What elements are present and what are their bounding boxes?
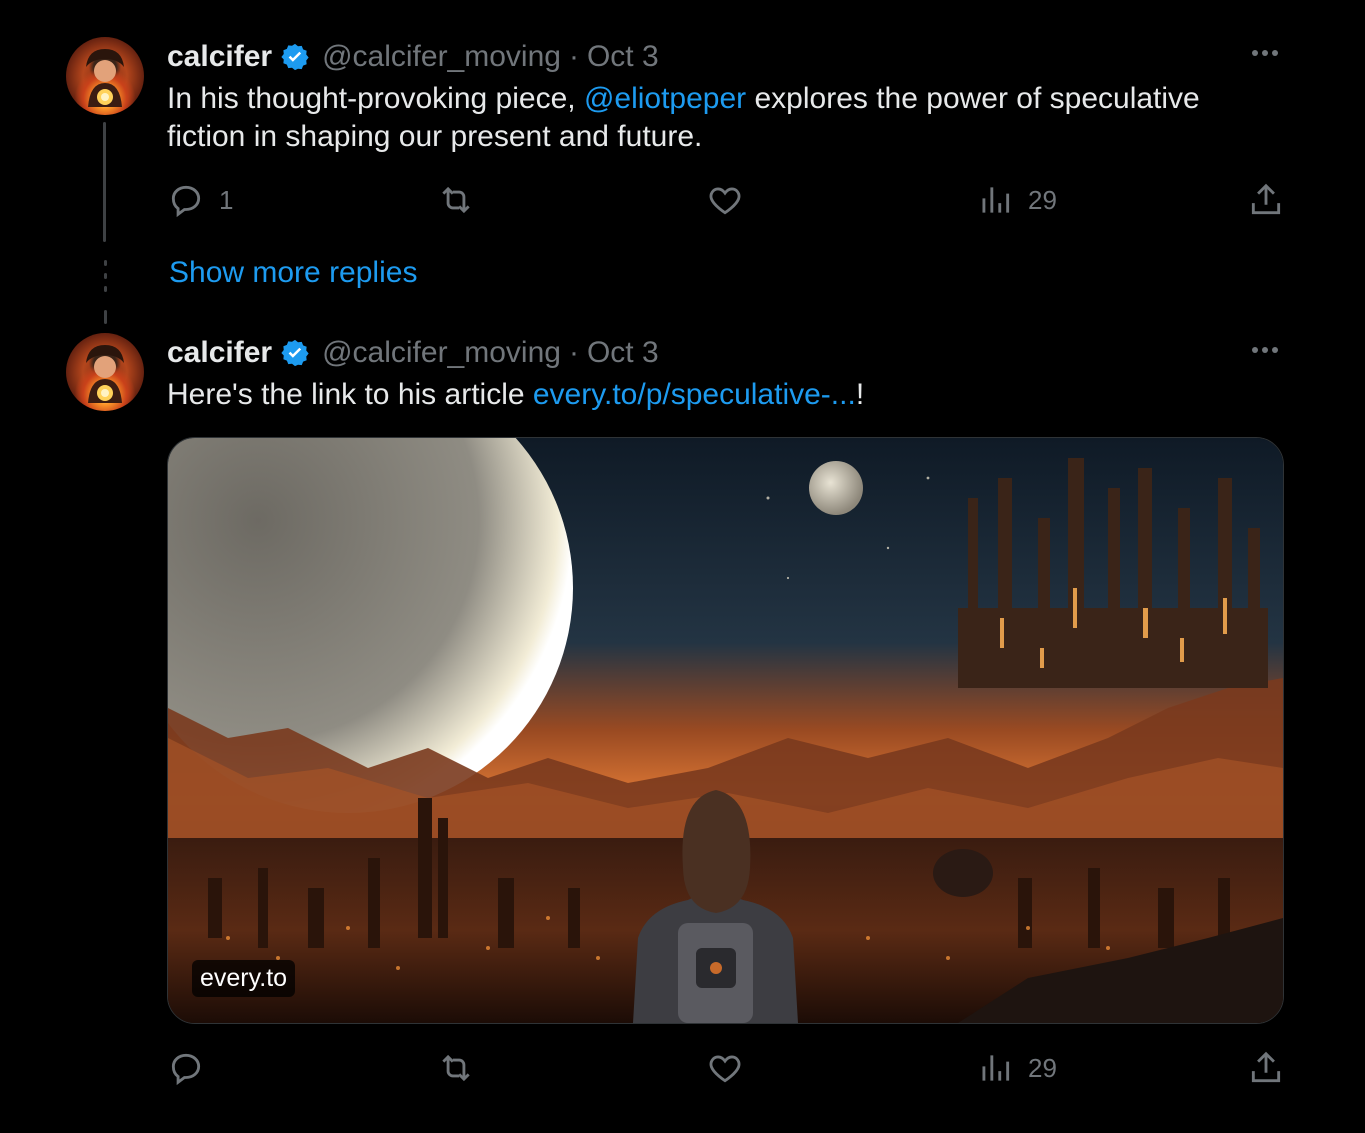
thread-dot: [104, 273, 107, 279]
tweet-text-part: In his thought-provoking piece,: [167, 82, 584, 115]
tweet-text-part: !: [855, 378, 865, 411]
analytics-icon: [982, 1055, 1010, 1081]
card-domain-label: every.to: [192, 960, 296, 997]
more-options-icon[interactable]: [1250, 38, 1280, 76]
card-image: [168, 438, 1283, 1023]
tweet-header: calcifer @calcifer_moving · Oct 3: [167, 333, 659, 373]
avatar-image-icon: [86, 49, 124, 107]
share-icon: [1251, 1051, 1281, 1083]
views-button[interactable]: 29: [976, 181, 1057, 219]
reply-icon: [171, 185, 201, 218]
heart-icon: [709, 187, 741, 215]
verified-badge-icon[interactable]: [280, 338, 310, 368]
tweet-text: In his thought-provoking piece, @eliotpe…: [167, 80, 1277, 156]
like-button[interactable]: [706, 1049, 758, 1087]
share-button[interactable]: [1247, 1049, 1285, 1087]
repost-icon: [442, 186, 470, 214]
timestamp[interactable]: Oct 3: [587, 336, 659, 370]
analytics-icon: [982, 187, 1010, 213]
views-button[interactable]: 29: [976, 1049, 1057, 1087]
view-count: 29: [1028, 184, 1057, 215]
link-preview-card[interactable]: every.to: [167, 437, 1284, 1024]
article-link[interactable]: every.to/p/speculative-...: [533, 378, 856, 411]
verified-badge-icon[interactable]: [280, 42, 310, 72]
tweet-text: Here's the link to his article every.to/…: [167, 376, 1277, 414]
reply-count: 1: [219, 184, 234, 215]
handle[interactable]: @calcifer_moving: [322, 336, 561, 370]
reply-button[interactable]: 1: [167, 181, 233, 219]
display-name[interactable]: calcifer: [167, 40, 272, 74]
share-button[interactable]: [1247, 181, 1285, 219]
show-more-replies-link[interactable]: Show more replies: [169, 256, 417, 290]
tweet-text-part: Here's the link to his article: [167, 378, 533, 411]
reply-button[interactable]: [167, 1049, 219, 1087]
thread-line: [104, 310, 107, 324]
tweet-header: calcifer @calcifer_moving · Oct 3: [167, 37, 659, 77]
avatar[interactable]: [66, 333, 144, 411]
separator: ·: [568, 336, 579, 369]
thread-dot: [104, 260, 107, 266]
like-button[interactable]: [706, 181, 758, 219]
thread-dot: [104, 286, 107, 292]
more-options-icon[interactable]: [1250, 335, 1280, 373]
repost-icon: [442, 1054, 470, 1082]
handle[interactable]: @calcifer_moving: [322, 40, 561, 74]
mention-link[interactable]: @eliotpeper: [584, 82, 746, 115]
display-name[interactable]: calcifer: [167, 336, 272, 370]
avatar[interactable]: [66, 37, 144, 115]
view-count: 29: [1028, 1052, 1057, 1083]
thread-line: [103, 122, 106, 242]
reply-icon: [171, 1053, 201, 1086]
heart-icon: [709, 1055, 741, 1083]
share-icon: [1251, 183, 1281, 215]
repost-button[interactable]: [437, 181, 489, 219]
avatar-image-icon: [86, 345, 124, 403]
separator: ·: [568, 40, 579, 73]
repost-button[interactable]: [437, 1049, 489, 1087]
timestamp[interactable]: Oct 3: [587, 40, 659, 74]
